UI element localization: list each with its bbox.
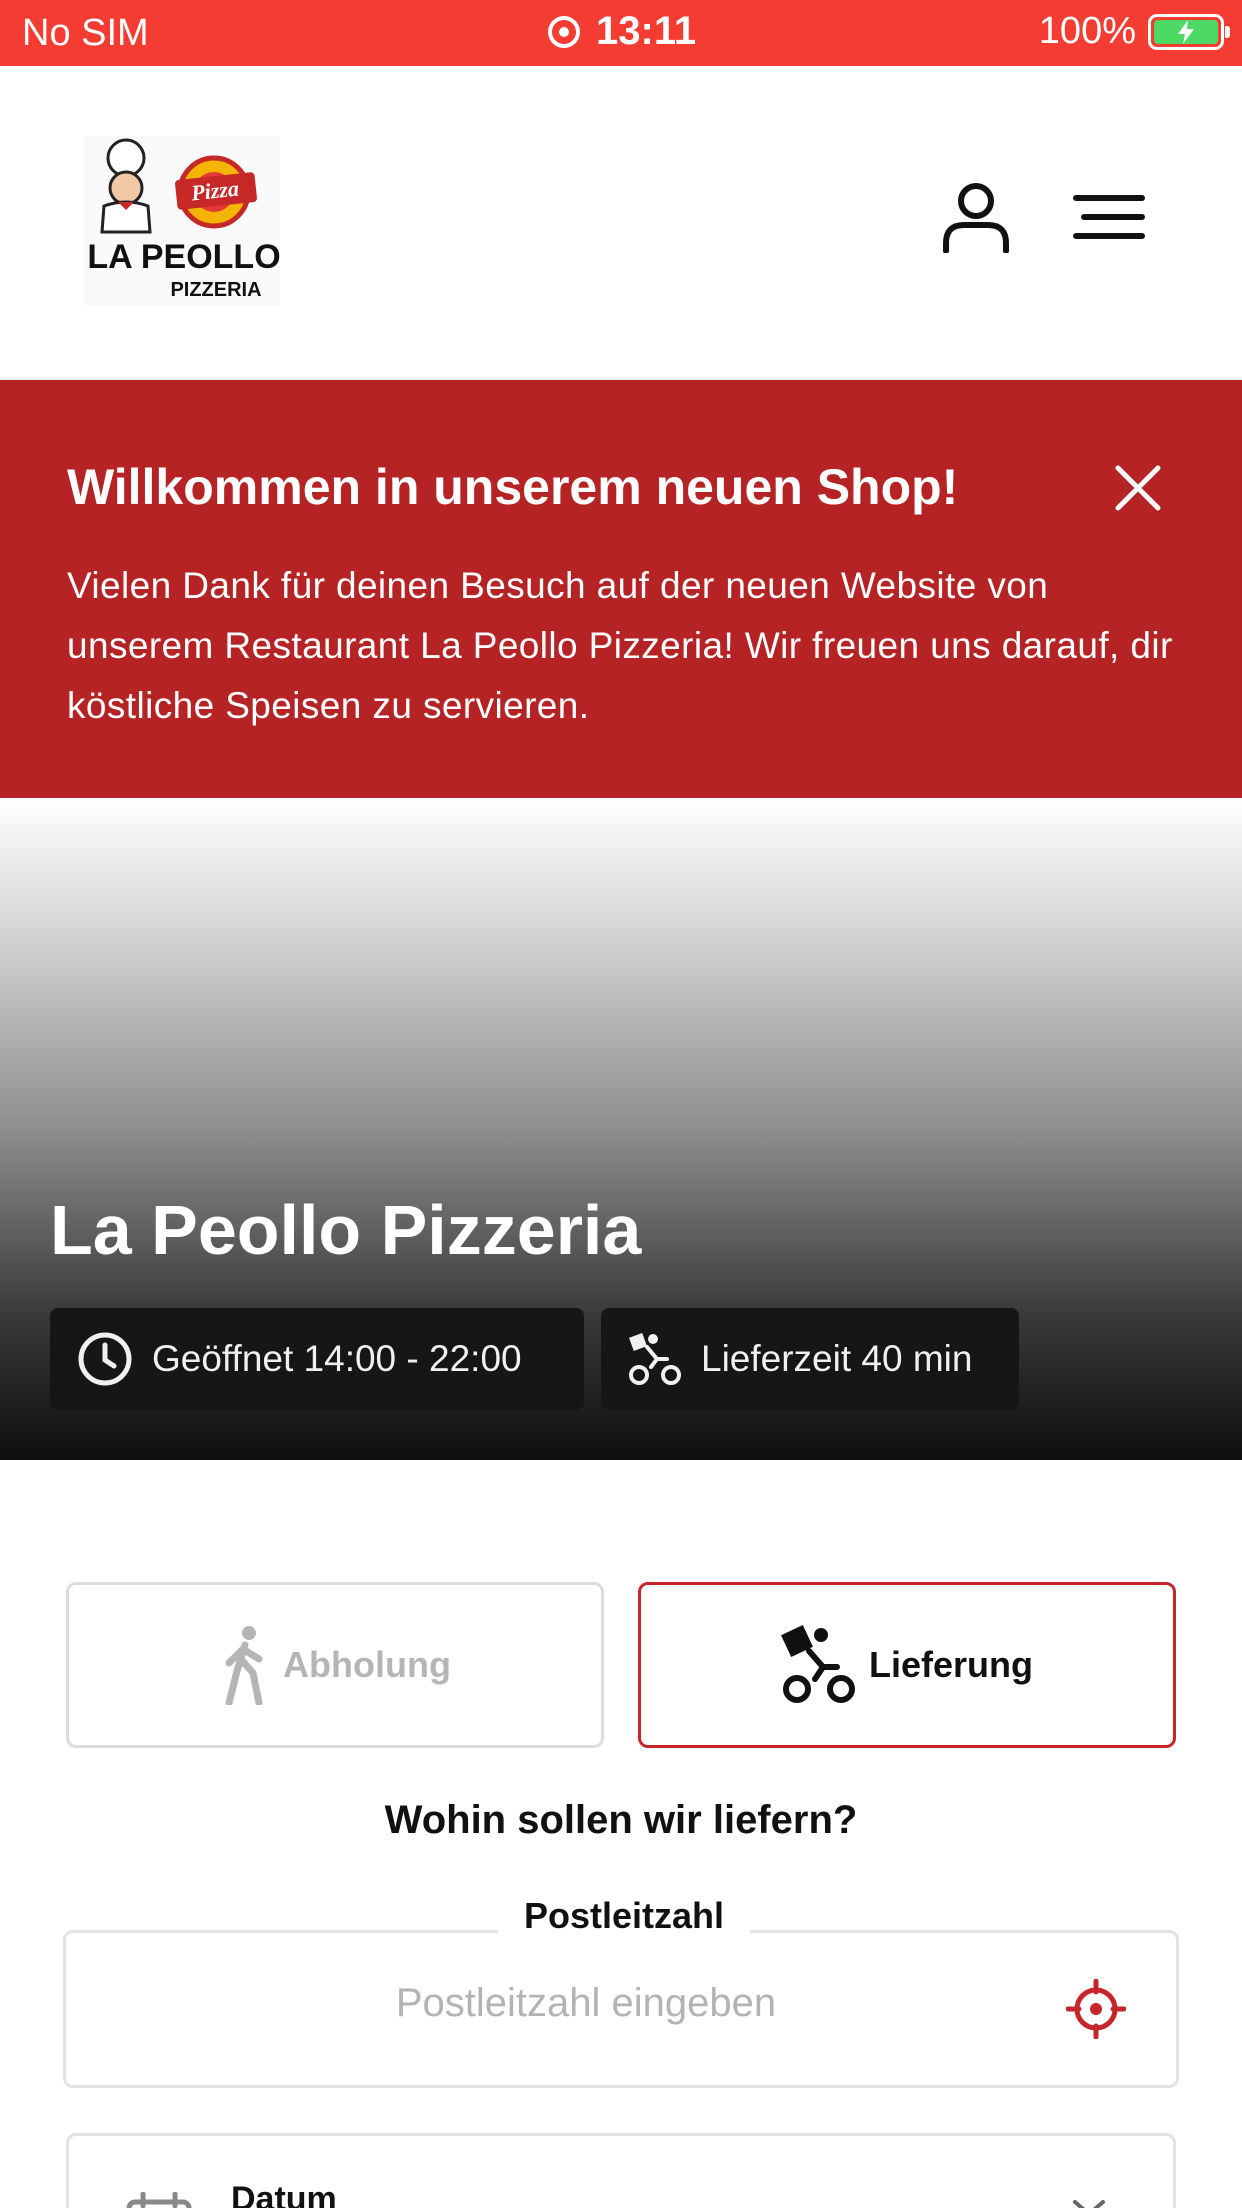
clock-label: 13:11 bbox=[596, 9, 697, 53]
date-label: Datum bbox=[231, 2180, 337, 2208]
delivery-bike-icon bbox=[629, 1333, 681, 1385]
clock-icon bbox=[78, 1332, 132, 1386]
delivery-time-text: Lieferzeit 40 min bbox=[701, 1338, 973, 1379]
site-header: Pizza LA PEOLLO PIZZERIA bbox=[0, 66, 1242, 380]
opening-hours-text: Geöffnet 14:00 - 22:00 bbox=[152, 1338, 522, 1379]
hamburger-menu-icon[interactable] bbox=[1070, 186, 1150, 248]
battery-icon bbox=[1148, 13, 1230, 50]
welcome-banner: Willkommen in unserem neuen Shop! Vielen… bbox=[0, 380, 1242, 798]
date-selector[interactable]: Datum bbox=[66, 2133, 1176, 2208]
delivery-label: Lieferung bbox=[868, 1644, 1033, 1685]
banner-text: Vielen Dank für deinen Besuch auf der ne… bbox=[67, 565, 1173, 726]
screen-recording-icon bbox=[548, 15, 580, 48]
status-time: 13:11 bbox=[548, 9, 696, 54]
postal-code-input[interactable] bbox=[126, 1981, 1046, 2026]
user-icon[interactable] bbox=[940, 181, 1012, 253]
battery-percent: 100% bbox=[1038, 10, 1136, 52]
pickup-label: Abholung bbox=[283, 1644, 451, 1685]
restaurant-name: La Peollo Pizzeria bbox=[50, 1191, 642, 1269]
delivery-bike-icon bbox=[781, 1625, 855, 1703]
chevron-down-icon bbox=[1073, 2200, 1105, 2208]
postal-code-field: Postleitzahl bbox=[63, 1895, 1179, 2088]
delivery-time-badge: Lieferzeit 40 min bbox=[601, 1308, 1019, 1410]
restaurant-logo[interactable]: Pizza LA PEOLLO PIZZERIA bbox=[84, 136, 280, 306]
status-bar: No SIM 13:11 100% bbox=[0, 0, 1242, 66]
logo-name-text: LA PEOLLO bbox=[87, 238, 280, 276]
charging-bolt-icon bbox=[1178, 19, 1194, 44]
opening-hours-badge: Geöffnet 14:00 - 22:00 bbox=[50, 1308, 584, 1410]
delivery-question: Wohin sollen wir liefern? bbox=[384, 1798, 858, 1842]
logo-pizza-text: Pizza bbox=[189, 176, 240, 206]
calendar-icon bbox=[126, 2192, 192, 2208]
walking-person-icon bbox=[225, 1626, 263, 1705]
logo-subtitle-text: PIZZERIA bbox=[170, 279, 261, 301]
postal-code-label: Postleitzahl bbox=[497, 1895, 751, 1936]
delivery-option-button[interactable]: Lieferung bbox=[638, 1582, 1176, 1748]
pickup-option-button[interactable]: Abholung bbox=[66, 1582, 604, 1748]
battery-status: 100% bbox=[1038, 10, 1230, 53]
hero-section: La Peollo Pizzeria Geöffnet 14:00 - 22:0… bbox=[0, 798, 1242, 1460]
banner-title: Willkommen in unserem neuen Shop! bbox=[67, 459, 959, 515]
locate-crosshair-icon[interactable] bbox=[1066, 1979, 1126, 2039]
close-icon[interactable] bbox=[1112, 462, 1164, 514]
carrier-label: No SIM bbox=[22, 12, 149, 54]
